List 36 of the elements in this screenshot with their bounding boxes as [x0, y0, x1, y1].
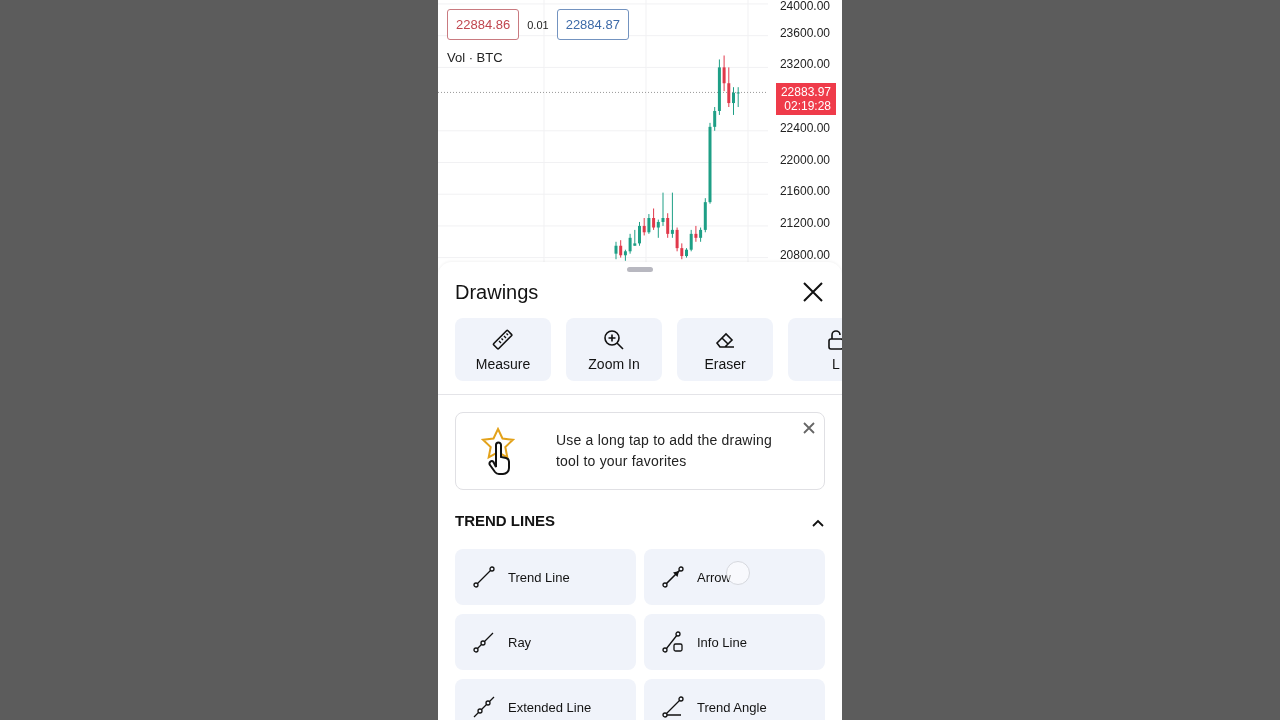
line-tool-button[interactable]: Trend Line: [455, 549, 636, 605]
indicator-label: Vol · BTC: [447, 50, 503, 65]
tool-button[interactable]: Eraser: [677, 318, 773, 381]
trend-angle-icon: [661, 695, 685, 719]
price-label: 22400.00: [779, 121, 830, 135]
arrow-line-icon: [661, 565, 685, 589]
drag-handle[interactable]: [627, 267, 653, 272]
extended-line-icon: [472, 695, 496, 719]
tool-button[interactable]: L: [788, 318, 842, 381]
info-line-icon: [661, 630, 685, 654]
tool-button[interactable]: Measure: [455, 318, 551, 381]
close-icon[interactable]: [801, 280, 825, 304]
line-tool-button[interactable]: Ray: [455, 614, 636, 670]
price-label: 24000.00: [779, 0, 830, 13]
price-label: 22000.00: [779, 153, 830, 167]
zoom-in-icon: [602, 327, 626, 352]
price-label: 23600.00: [779, 26, 830, 40]
tip-text: Use a long tap to add the drawing tool to your favorites: [556, 431, 773, 471]
line-tool-button[interactable]: Info Line: [644, 614, 825, 670]
current-price-tag: 22883.97 02:19:28: [775, 83, 836, 116]
trend-line-icon: [472, 565, 496, 589]
ask-price[interactable]: 22884.87: [556, 9, 629, 40]
ruler-icon: [491, 327, 515, 352]
spread-value: 0.01: [527, 18, 549, 31]
price-label: 23200.00: [779, 58, 830, 72]
price-label: 21200.00: [779, 216, 830, 230]
sheet-title: Drawings: [455, 280, 539, 304]
line-tool-button[interactable]: Arrow: [644, 549, 825, 605]
ray-icon: [472, 630, 496, 654]
price-label: 21600.00: [779, 185, 830, 199]
price-label: 20800.00: [779, 248, 830, 262]
line-tool-button[interactable]: Trend Angle: [644, 679, 825, 720]
bid-price[interactable]: 22884.86: [447, 9, 520, 40]
tool-button[interactable]: Zoom In: [566, 318, 662, 381]
section-title: TREND LINES: [455, 512, 555, 529]
line-tool-button[interactable]: Extended Line: [455, 679, 636, 720]
